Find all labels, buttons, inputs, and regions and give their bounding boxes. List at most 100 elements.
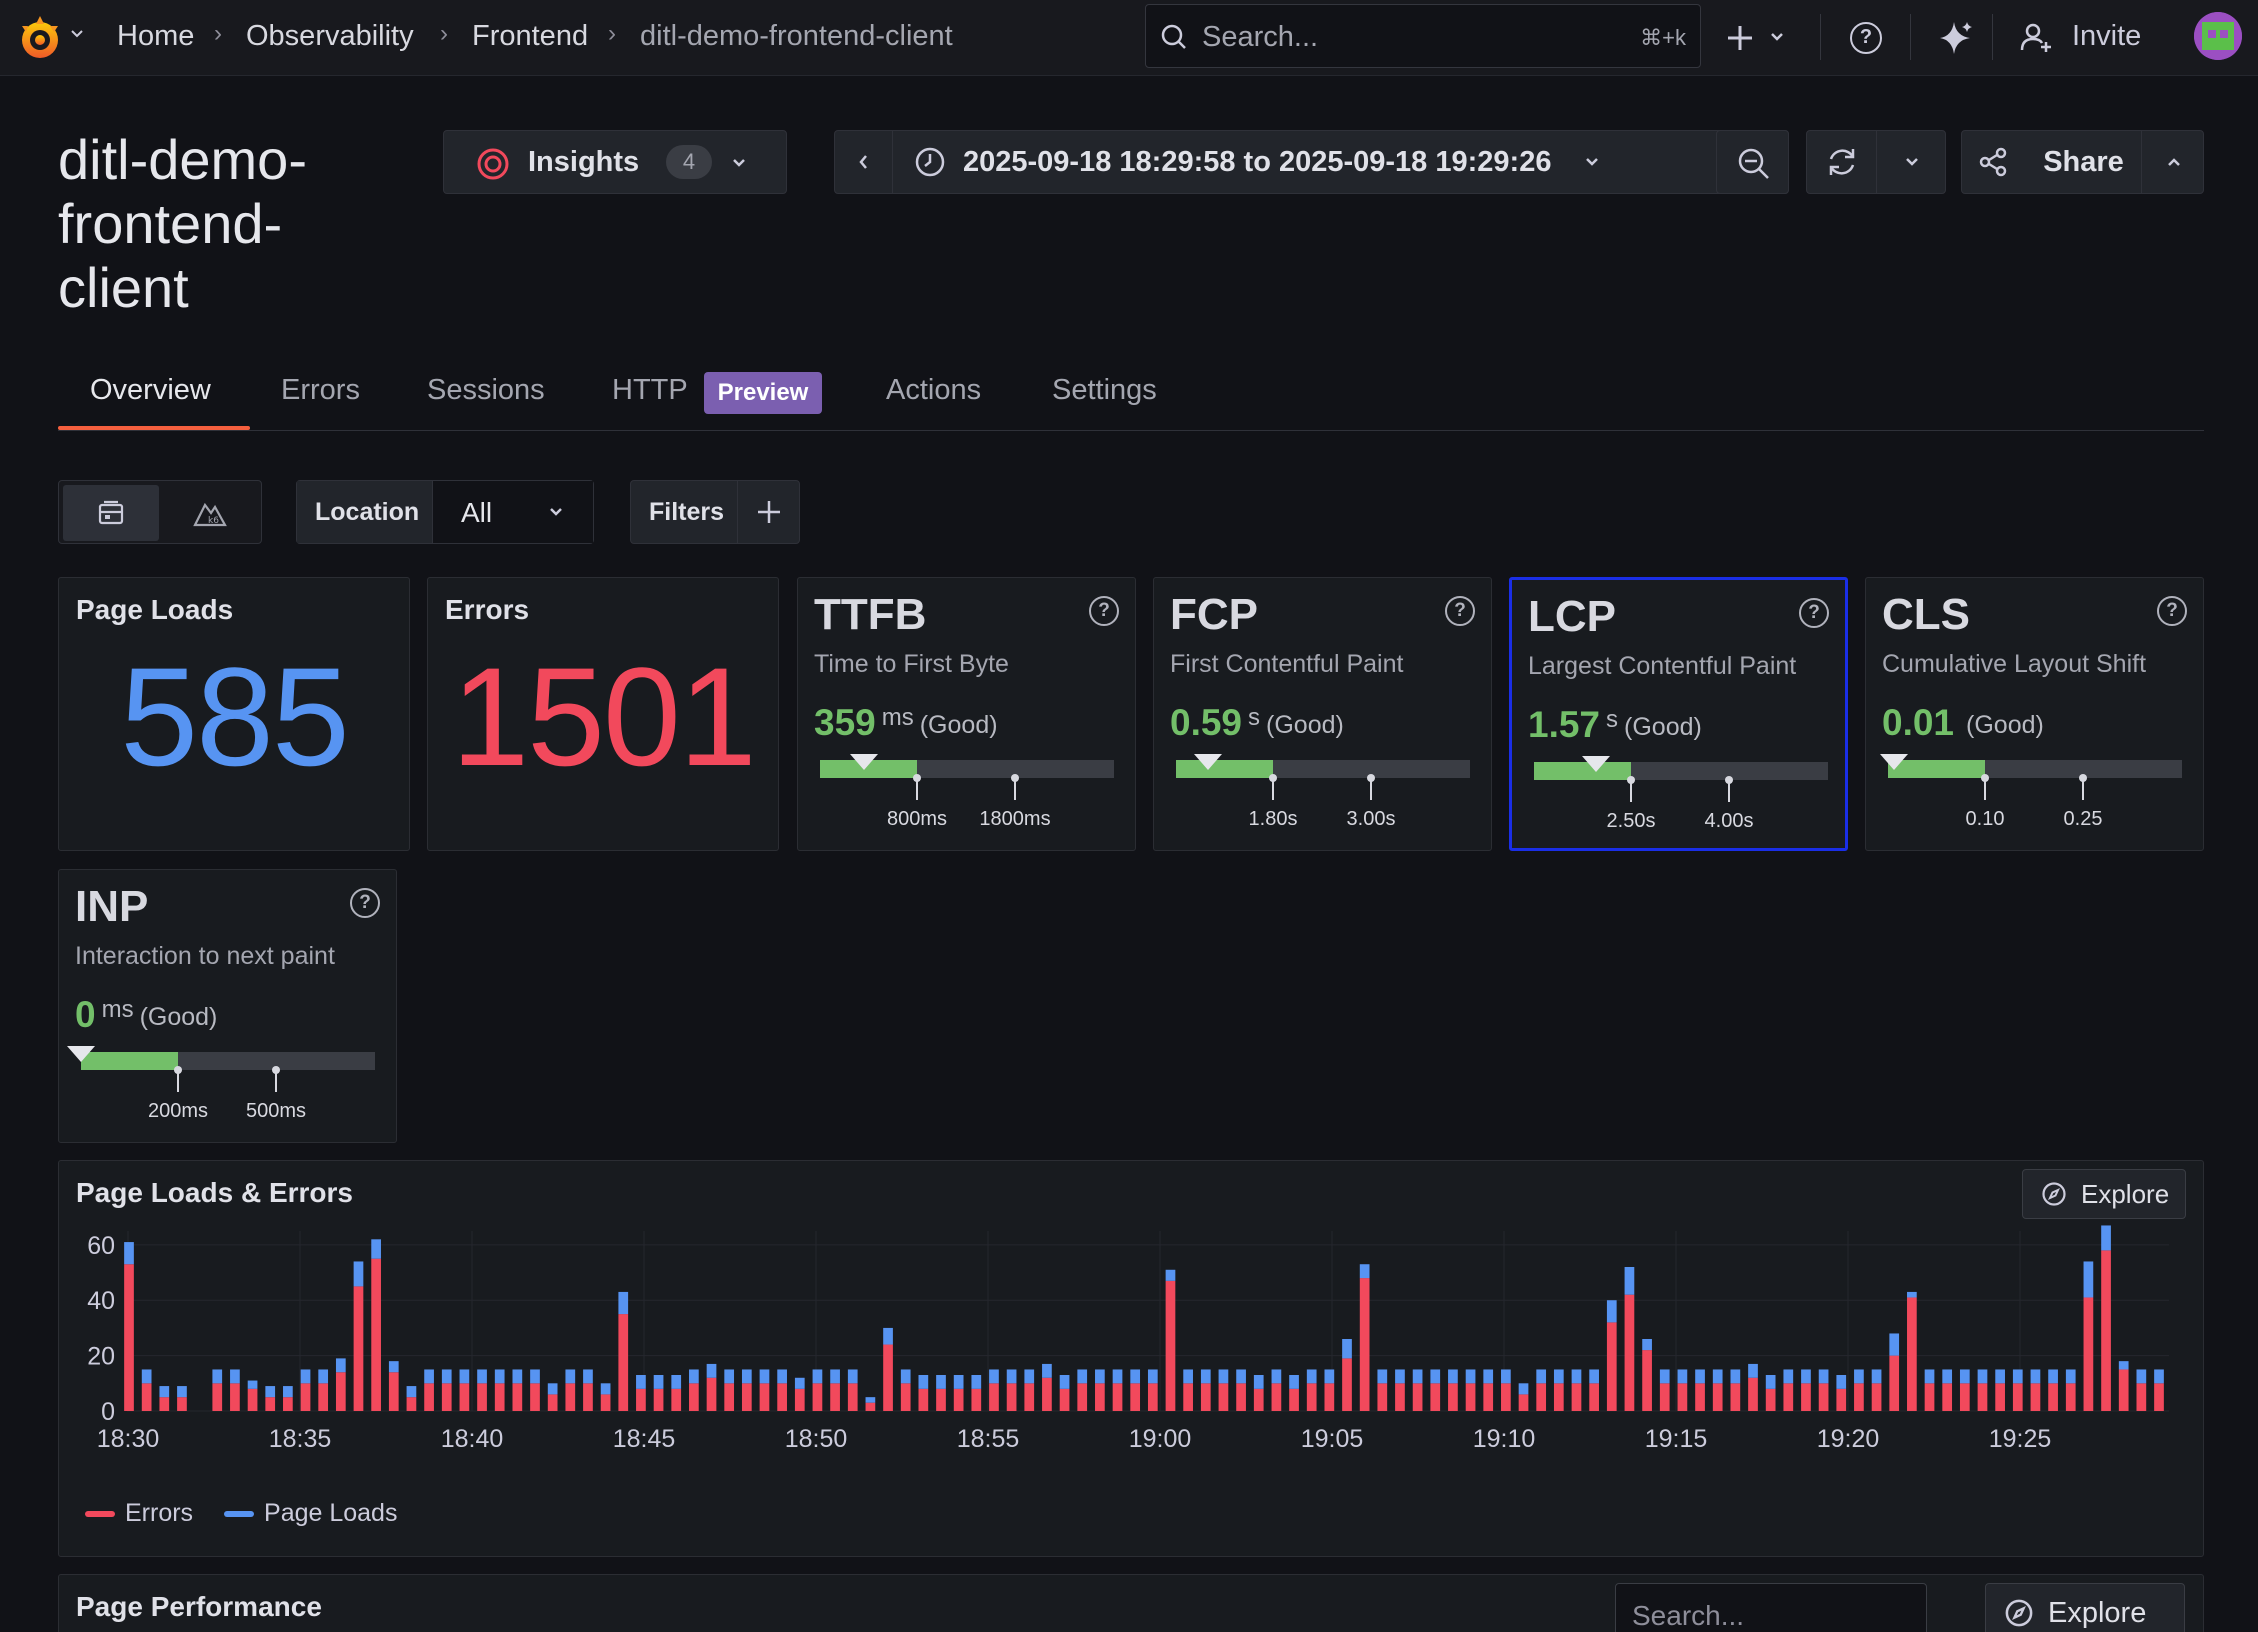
refresh-interval-dropdown[interactable] <box>1877 131 1947 193</box>
location-select[interactable]: All <box>433 481 593 543</box>
add-filter-button[interactable] <box>737 481 799 543</box>
panel-view-button[interactable] <box>63 485 159 541</box>
bar-errors <box>1571 1383 1582 1411</box>
bar-errors <box>1465 1383 1476 1411</box>
page-loads-errors-chart: 0 20 40 60 18:30 18:35 18:40 18:45 18:50 18:55 19:… <box>87 1225 2169 1453</box>
tab-settings[interactable]: Settings <box>1052 374 1157 407</box>
bar-page-loads <box>1871 1369 1882 1384</box>
bar-errors <box>936 1388 946 1411</box>
add-menu-button[interactable] <box>1726 18 1790 58</box>
bar-errors <box>2048 1383 2058 1411</box>
bar-errors <box>1765 1388 1776 1411</box>
insights-target-icon <box>477 148 509 180</box>
divider <box>1820 14 1821 60</box>
help-icon[interactable]: ? <box>1850 22 1882 54</box>
bar-page-loads <box>1624 1267 1635 1295</box>
help-icon[interactable]: ? <box>1445 596 1475 626</box>
legend-item-errors[interactable]: Errors <box>85 1499 193 1527</box>
avatar[interactable] <box>2194 12 2242 60</box>
bar-page-loads <box>689 1369 699 1384</box>
bar-page-loads <box>1200 1369 1211 1384</box>
breadcrumb-observability[interactable]: Observability <box>246 20 414 53</box>
chevron-down-icon[interactable] <box>68 24 86 42</box>
bar-page-loads <box>124 1242 134 1265</box>
help-icon[interactable]: ? <box>2157 596 2187 626</box>
bar-page-loads <box>1077 1369 1088 1384</box>
zoom-out-button[interactable] <box>1716 130 1789 194</box>
bar-errors <box>1995 1383 2005 1411</box>
bar-page-loads <box>177 1386 187 1398</box>
bar-errors <box>2030 1383 2041 1411</box>
bar-page-loads <box>1765 1375 1776 1389</box>
location-label-text: Location <box>315 498 420 526</box>
inp-panel: INP ? Interaction to next paint 0 ms (Good… <box>58 869 397 1143</box>
time-range-button[interactable]: 2025-09-18 18:29:58 to 2025-09-18 19:29:… <box>893 131 1721 193</box>
cls-gauge <box>1888 760 2182 778</box>
fcp-gauge-fill <box>1176 760 1274 778</box>
bar-errors <box>1147 1383 1158 1411</box>
breadcrumb-frontend[interactable]: Frontend <box>472 20 588 53</box>
bar-page-loads <box>600 1383 611 1395</box>
tab-http[interactable]: HTTP <box>612 374 688 407</box>
help-icon[interactable]: ? <box>1799 598 1829 628</box>
sparkle-assistant-icon[interactable] <box>1936 18 1976 63</box>
bar-errors <box>441 1383 452 1411</box>
time-back-button[interactable] <box>835 131 893 193</box>
bar-errors <box>1130 1383 1141 1411</box>
legend-label-page-loads: Page Loads <box>264 1499 398 1527</box>
inp-threshold-poor: 500ms <box>245 1100 307 1122</box>
bar-errors <box>1801 1383 1811 1411</box>
explore-button[interactable]: Explore <box>2022 1169 2186 1219</box>
bar-errors <box>1730 1383 1741 1411</box>
bar-errors <box>1289 1388 1299 1411</box>
bar-page-loads <box>2065 1369 2076 1384</box>
chevron-down-icon <box>733 159 745 167</box>
view-toggle: k6 <box>58 480 262 544</box>
location-filter: Location All <box>296 480 594 544</box>
insights-button[interactable]: Insights 4 <box>443 130 787 194</box>
share-button[interactable]: Share <box>1962 131 2142 193</box>
tab-sessions[interactable]: Sessions <box>427 374 545 407</box>
bar-errors <box>971 1388 982 1411</box>
divider <box>1910 14 1911 60</box>
chevron-down-icon <box>550 508 562 516</box>
bar-page-loads <box>1995 1369 2005 1384</box>
tab-actions[interactable]: Actions <box>886 374 981 407</box>
bar-page-loads <box>706 1363 717 1378</box>
k6-icon[interactable]: k6 <box>193 499 227 527</box>
invite-button[interactable]: Invite <box>2020 18 2150 58</box>
bar-errors <box>2118 1369 2129 1411</box>
bar-errors <box>2065 1383 2076 1411</box>
help-icon[interactable]: ? <box>350 888 380 918</box>
search-input[interactable]: Search... ⌘+k <box>1145 4 1701 68</box>
collapse-header-button[interactable] <box>2142 131 2205 193</box>
bar-page-loads <box>936 1375 946 1389</box>
bar-errors <box>1483 1383 1494 1411</box>
x-tick-label: 18:35 <box>269 1425 332 1453</box>
page-performance-search-input[interactable]: Search... <box>1615 1583 1927 1632</box>
refresh-button[interactable] <box>1807 131 1877 193</box>
zoom-out-icon <box>1738 148 1769 179</box>
bar-errors <box>865 1402 876 1411</box>
help-icon[interactable]: ? <box>1089 596 1119 626</box>
grafana-logo-icon[interactable] <box>14 12 66 64</box>
page-performance-title: Page Performance <box>76 1591 322 1622</box>
bar-errors <box>1659 1383 1670 1411</box>
legend-item-page-loads[interactable]: Page Loads <box>224 1499 397 1527</box>
bar-errors <box>777 1383 787 1411</box>
bar-errors <box>247 1388 258 1411</box>
bar-errors <box>600 1394 611 1411</box>
bar-errors <box>706 1377 717 1411</box>
bar-errors <box>1854 1383 1864 1411</box>
bar-errors <box>2154 1383 2164 1411</box>
fcp-panel: FCP ? First Contentful Paint 0.59 s (Good)… <box>1153 577 1492 851</box>
tab-overview[interactable]: Overview <box>90 374 211 407</box>
bar-page-loads <box>1730 1369 1741 1384</box>
explore-button[interactable]: Explore <box>1985 1583 2185 1632</box>
breadcrumb-home[interactable]: Home <box>117 20 194 53</box>
inp-threshold-good: 200ms <box>147 1100 209 1122</box>
cls-title: CLS <box>1882 590 1970 639</box>
bar-errors <box>741 1383 752 1411</box>
ttfb-gauge-marker <box>850 754 879 770</box>
tab-errors[interactable]: Errors <box>281 374 360 407</box>
